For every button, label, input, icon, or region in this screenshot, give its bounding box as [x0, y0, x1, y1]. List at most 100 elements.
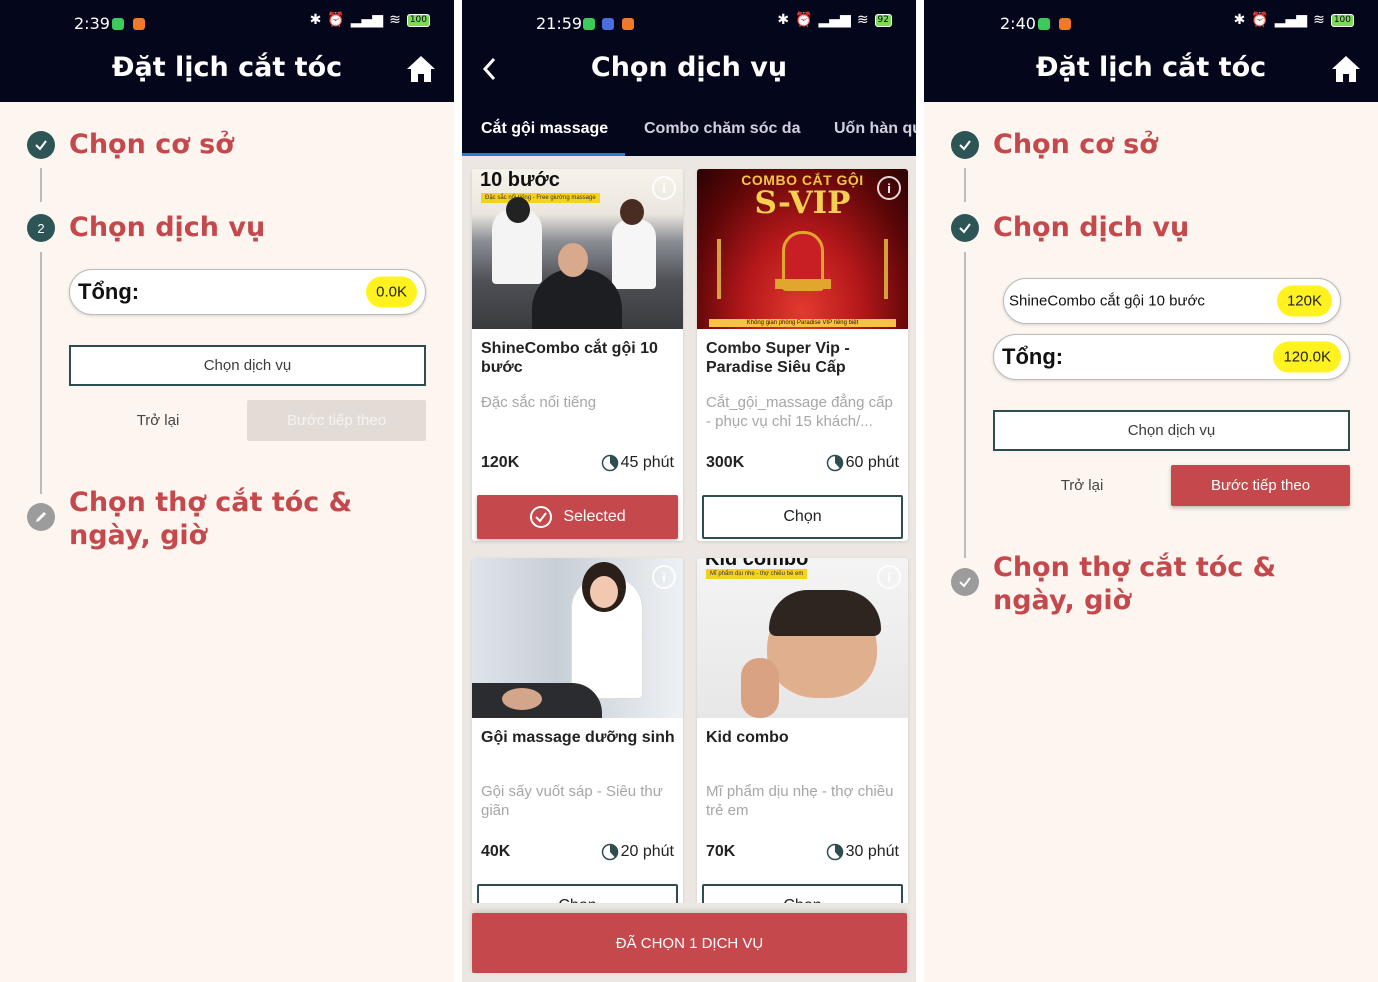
- selected-service-price: 120K: [1276, 285, 1332, 317]
- booking-screen-step2: 2:39 ✱ ⏰ ▂▄▆ ≋ 100 Đặt lịch cắt tóc Chọn…: [0, 0, 454, 982]
- battery-icon: 100: [406, 13, 430, 27]
- pencil-icon: [27, 503, 55, 531]
- service-name: Kid combo: [706, 729, 789, 746]
- child-hand: [741, 658, 779, 718]
- image-caption: Không gian phòng Paradise VIP riêng biệt: [709, 319, 896, 327]
- step-connector: [40, 252, 42, 494]
- stanchion-figure: [884, 239, 888, 299]
- battery-icon: 100: [1330, 13, 1354, 27]
- clock-icon: [826, 454, 843, 472]
- duration-text: 20 phút: [620, 843, 674, 860]
- step-2-title: Chọn dịch vụ: [993, 212, 1190, 243]
- service-price: 70K: [706, 843, 736, 860]
- notification-icon: [583, 18, 595, 30]
- info-icon[interactable]: i: [877, 565, 901, 589]
- service-image: Kid combo Mĩ phẩm dịu nhẹ - thợ chiều bé…: [697, 558, 908, 718]
- step-3-title[interactable]: Chọn thợ cắt tóc & ngày, giờ: [993, 551, 1333, 617]
- duration-text: 30 phút: [845, 843, 899, 860]
- duration-text: 45 phút: [620, 454, 674, 471]
- step-connector: [40, 168, 42, 202]
- child-hair: [769, 590, 881, 636]
- next-step-button-disabled[interactable]: Bước tiếp theo: [247, 400, 426, 441]
- image-title: 10 bước: [480, 169, 560, 191]
- service-card[interactable]: i Gội massage dưỡng sinh Gội sấy vuốt sá…: [472, 558, 683, 930]
- tab-cat-goi-massage[interactable]: Cắt gội massage: [481, 120, 608, 138]
- active-tab-indicator: [462, 153, 625, 156]
- status-time: 21:59: [536, 14, 583, 33]
- service-selection-screen: 21:59 ✱ ⏰ ▂▄▆ ≋ 92 Chọn dịch vụ Cắt gội …: [462, 0, 916, 982]
- home-icon[interactable]: [1330, 54, 1362, 84]
- choose-service-button[interactable]: Chọn dịch vụ: [993, 410, 1350, 451]
- app-header: 2:39 ✱ ⏰ ▂▄▆ ≋ 100 Đặt lịch cắt tóc: [0, 0, 454, 102]
- service-card[interactable]: 10 bước Đặc sắc nổi tiếng - Free giường …: [472, 169, 683, 541]
- service-price: 40K: [481, 843, 511, 860]
- service-card[interactable]: Kid combo Mĩ phẩm dịu nhẹ - thợ chiều bé…: [697, 558, 908, 930]
- info-icon[interactable]: i: [652, 176, 676, 200]
- status-icons: ✱ ⏰ ▂▄▆ ≋ 92: [777, 12, 892, 28]
- step-2-title: Chọn dịch vụ: [69, 212, 266, 243]
- home-icon[interactable]: [405, 54, 437, 84]
- service-duration: 45 phút: [601, 454, 674, 472]
- back-button[interactable]: Trở lại: [69, 400, 247, 441]
- bluetooth-icon: ✱: [309, 12, 322, 28]
- service-image: i: [472, 558, 683, 718]
- total-price-badge: 120.0K: [1273, 341, 1341, 373]
- throne-figure: [775, 279, 831, 289]
- notification-icon: [1038, 18, 1050, 30]
- service-image: 10 bước Đặc sắc nổi tiếng - Free giường …: [472, 169, 683, 329]
- notification-icon: [1059, 18, 1071, 30]
- bluetooth-icon: ✱: [777, 12, 790, 28]
- tab-combo-cham-soc-da[interactable]: Combo chăm sóc da: [644, 120, 800, 138]
- service-card[interactable]: COMBO CẮT GỘI S-VIP Không gian phòng Par…: [697, 169, 908, 541]
- status-icons: ✱ ⏰ ▂▄▆ ≋ 100: [310, 12, 430, 28]
- image-caption: Mĩ phẩm dịu nhẹ - thợ chiều bé em: [706, 569, 808, 579]
- selected-service-row: ShineCombo cắt gội 10 bước 120K: [1003, 278, 1341, 324]
- step-connector: [964, 168, 966, 202]
- choose-service-button[interactable]: Chọn dịch vụ: [69, 345, 426, 386]
- step-3-title[interactable]: Chọn thợ cắt tóc & ngày, giờ: [69, 486, 409, 552]
- signal-icon: ▂▄▆: [818, 12, 851, 28]
- total-row: Tổng: 0.0K: [69, 269, 426, 315]
- step-1-title[interactable]: Chọn cơ sở: [993, 128, 1158, 161]
- step-done-check-icon: [951, 131, 979, 159]
- choose-button[interactable]: Chọn: [702, 495, 903, 539]
- clock-icon: [601, 454, 618, 472]
- check-circle-icon: [530, 506, 553, 528]
- selected-label: Selected: [563, 508, 626, 525]
- page-title: Đặt lịch cắt tóc: [111, 52, 343, 83]
- stanchion-figure: [717, 239, 721, 299]
- step-done-check-icon: [27, 131, 55, 159]
- barber-figure: [620, 199, 644, 225]
- step-done-check-icon: [951, 214, 979, 242]
- next-step-button[interactable]: Bước tiếp theo: [1171, 465, 1350, 506]
- app-header: 2:40 ✱ ⏰ ▂▄▆ ≋ 100 Đặt lịch cắt tóc: [924, 0, 1378, 102]
- service-name: Combo Super Vip - Paradise Siêu Cấp: [706, 340, 850, 376]
- staff-figure: [590, 576, 618, 608]
- total-label: Tổng:: [1002, 344, 1064, 369]
- alarm-icon: ⏰: [327, 12, 345, 28]
- service-name: Gội massage dưỡng sinh: [481, 729, 675, 746]
- tab-uon-han-quoc[interactable]: Uốn hàn qu: [834, 120, 916, 138]
- info-icon[interactable]: i: [877, 176, 901, 200]
- booking-screen-step2-done: 2:40 ✱ ⏰ ▂▄▆ ≋ 100 Đặt lịch cắt tóc Chọn…: [924, 0, 1378, 982]
- page-title: Chọn dịch vụ: [590, 52, 788, 83]
- selected-count-button[interactable]: ĐÃ CHỌN 1 DỊCH VỤ: [472, 913, 907, 973]
- service-price: 120K: [481, 454, 520, 471]
- step-1-title[interactable]: Chọn cơ sở: [69, 128, 234, 161]
- page-title: Đặt lịch cắt tóc: [1035, 52, 1267, 83]
- notification-icon: [133, 18, 145, 30]
- wifi-icon: ≋: [856, 12, 869, 28]
- total-label: Tổng:: [78, 279, 140, 304]
- notification-icon: [602, 18, 614, 30]
- service-duration: 20 phút: [601, 843, 674, 861]
- step-connector: [964, 252, 966, 558]
- back-button[interactable]: Trở lại: [993, 465, 1171, 506]
- total-price-badge: 0.0K: [366, 276, 417, 308]
- wifi-icon: ≋: [389, 12, 401, 28]
- info-icon[interactable]: i: [652, 565, 676, 589]
- status-time: 2:39: [74, 14, 110, 33]
- step-pending-check-icon: [951, 568, 979, 596]
- signal-icon: ▂▄▆: [1274, 12, 1308, 28]
- step-number: 2: [27, 214, 55, 242]
- selected-button[interactable]: Selected: [477, 495, 678, 539]
